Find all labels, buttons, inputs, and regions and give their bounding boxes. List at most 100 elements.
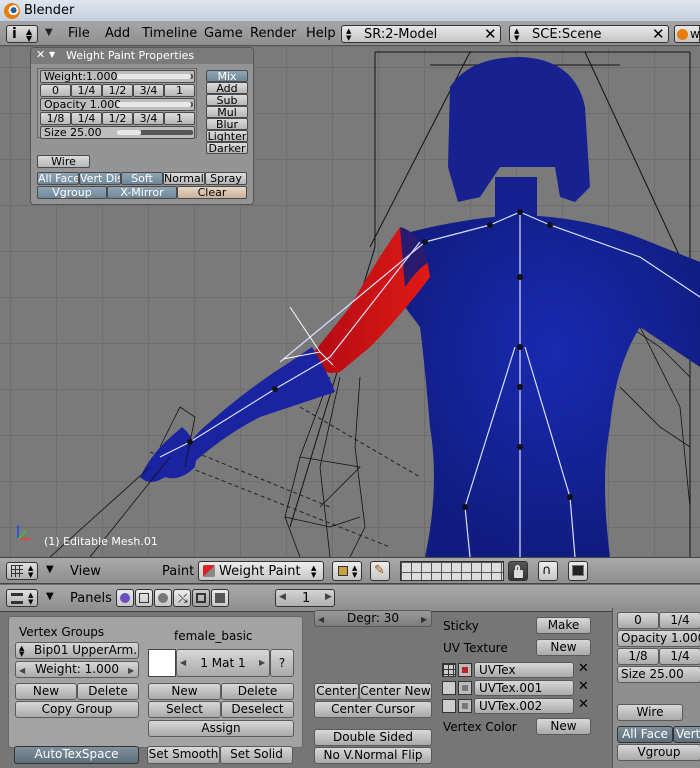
shading-tab-icon[interactable] bbox=[154, 589, 172, 607]
material-new-button[interactable]: New bbox=[148, 683, 221, 700]
opacity-preset-three-quarter[interactable]: 3/4 bbox=[133, 112, 164, 125]
mode-mul[interactable]: Mul bbox=[206, 106, 248, 118]
collapse-menu-icon[interactable]: ▼ bbox=[46, 564, 54, 575]
no-vnormal-flip-toggle[interactable]: No V.Normal Flip bbox=[314, 747, 432, 764]
mode-add[interactable]: Add bbox=[206, 82, 248, 94]
view-menu[interactable]: View bbox=[70, 564, 101, 579]
menu-game[interactable]: Game bbox=[204, 26, 243, 41]
weight-preset-quarter[interactable]: 1/4 bbox=[659, 612, 700, 629]
decrement-arrow-icon[interactable]: ◀ bbox=[19, 663, 25, 677]
increment-arrow-icon[interactable]: ▶ bbox=[421, 612, 427, 626]
autosmooth-degree-field[interactable]: ◀ Degr: 30 ▶ bbox=[314, 610, 432, 627]
size-slider[interactable]: Size 25.00 bbox=[40, 126, 195, 139]
opacity-field[interactable]: Opacity 1.000 bbox=[617, 630, 700, 647]
all-face-toggle[interactable]: All Face bbox=[617, 726, 673, 743]
weight-slider[interactable]: Weight:1.000 bbox=[40, 70, 195, 83]
center-button[interactable]: Center bbox=[314, 683, 359, 700]
vert-dist-toggle[interactable]: Vert Dis bbox=[79, 172, 121, 185]
lock-layer-button[interactable] bbox=[508, 561, 528, 581]
uv-texture-row[interactable]: UVTex.001 ✕ bbox=[440, 679, 593, 697]
opacity-preset-eighth[interactable]: 1/8 bbox=[617, 648, 659, 665]
close-icon[interactable]: ✕ bbox=[652, 25, 665, 43]
normals-toggle[interactable]: Normals bbox=[163, 172, 205, 185]
increment-arrow-icon[interactable]: ▶ bbox=[325, 592, 332, 602]
decrement-arrow-icon[interactable]: ◀ bbox=[180, 650, 186, 676]
object-tab-icon[interactable]: ⤯ bbox=[173, 589, 191, 607]
collapse-menu-icon[interactable]: ▼ bbox=[46, 591, 54, 602]
weight-preset-quarter[interactable]: 1/4 bbox=[71, 84, 102, 97]
opacity-preset-1[interactable]: 1 bbox=[164, 112, 195, 125]
vgroup-toggle[interactable]: Vgroup bbox=[617, 744, 700, 761]
delete-uv-icon[interactable]: ✕ bbox=[578, 661, 589, 676]
uv-texture-name[interactable]: UVTex bbox=[474, 662, 574, 678]
snap-button[interactable]: ∩ bbox=[538, 561, 558, 581]
wire-toggle[interactable]: Wire bbox=[617, 704, 683, 721]
shading-selector[interactable]: ▲ ▼ bbox=[332, 561, 362, 581]
menu-timeline[interactable]: Timeline bbox=[142, 26, 197, 41]
render-texture-icon[interactable] bbox=[458, 663, 472, 677]
mode-darker[interactable]: Darker bbox=[206, 142, 248, 154]
all-face-toggle[interactable]: All Face bbox=[37, 172, 79, 185]
weight-preset-half[interactable]: 1/2 bbox=[102, 84, 133, 97]
vgroup-toggle[interactable]: Vgroup bbox=[37, 186, 107, 199]
uv-texture-name[interactable]: UVTex.002 bbox=[474, 698, 574, 714]
render-texture-icon[interactable] bbox=[458, 681, 472, 695]
uv-texture-row[interactable]: UVTex ✕ bbox=[440, 661, 593, 679]
editor-type-button[interactable]: ▲ ▼ bbox=[6, 589, 38, 607]
mode-selector[interactable]: Weight Paint ▲ ▼ bbox=[198, 561, 324, 581]
material-delete-button[interactable]: Delete bbox=[221, 683, 294, 700]
mode-blur[interactable]: Blur bbox=[206, 118, 248, 130]
delete-uv-icon[interactable]: ✕ bbox=[578, 697, 589, 712]
mode-lighter[interactable]: Lighter bbox=[206, 130, 248, 142]
x-mirror-toggle[interactable]: X-Mirror bbox=[107, 186, 177, 199]
vertex-color-new-button[interactable]: New bbox=[536, 718, 591, 735]
material-deselect-button[interactable]: Deselect bbox=[221, 701, 294, 718]
weight-preset-0[interactable]: 0 bbox=[617, 612, 659, 629]
editing-tab-icon[interactable] bbox=[192, 589, 210, 607]
frame-number-field[interactable]: ◀ 1 ▶ bbox=[275, 589, 335, 607]
menu-help[interactable]: Help bbox=[306, 26, 336, 41]
increment-arrow-icon[interactable]: ▶ bbox=[128, 663, 134, 677]
vert-dist-toggle[interactable]: Vert bbox=[673, 726, 700, 743]
close-icon[interactable]: ✕ bbox=[36, 48, 45, 61]
clear-button[interactable]: Clear bbox=[177, 186, 247, 199]
set-smooth-button[interactable]: Set Smooth bbox=[147, 746, 220, 764]
weight-preset-1[interactable]: 1 bbox=[164, 84, 195, 97]
editor-type-button[interactable]: ▲ ▼ bbox=[6, 562, 38, 580]
opacity-slider[interactable]: Opacity 1.000 bbox=[40, 98, 195, 111]
menu-add[interactable]: Add bbox=[105, 26, 130, 41]
render-engine-button[interactable]: w bbox=[674, 25, 700, 43]
vertex-group-new-button[interactable]: New bbox=[15, 683, 77, 700]
uv-texture-row[interactable]: UVTex.002 ✕ bbox=[440, 697, 593, 715]
vertex-group-selector[interactable]: ▲ ▼ Bip01 UpperArm.R bbox=[15, 642, 139, 659]
scene-selector[interactable]: ▲ ▼ SCE:Scene ✕ bbox=[509, 25, 669, 43]
double-sided-toggle[interactable]: Double Sided bbox=[314, 729, 432, 746]
vertex-group-delete-button[interactable]: Delete bbox=[77, 683, 139, 700]
uv-texture-new-button[interactable]: New bbox=[536, 639, 591, 656]
weight-preset-0[interactable]: 0 bbox=[40, 84, 71, 97]
center-cursor-button[interactable]: Center Cursor bbox=[314, 701, 432, 718]
collapse-menu-icon[interactable]: ▼ bbox=[45, 27, 53, 38]
close-icon[interactable]: ✕ bbox=[484, 25, 497, 43]
mode-sub[interactable]: Sub bbox=[206, 94, 248, 106]
menu-file[interactable]: File bbox=[68, 26, 90, 41]
material-assign-button[interactable]: Assign bbox=[148, 720, 294, 737]
mode-mix[interactable]: Mix bbox=[206, 70, 248, 82]
screen-selector[interactable]: ▲ ▼ SR:2-Model ✕ bbox=[341, 25, 501, 43]
increment-arrow-icon[interactable]: ▶ bbox=[259, 650, 265, 676]
material-select-button[interactable]: Select bbox=[148, 701, 221, 718]
paint-menu[interactable]: Paint bbox=[162, 564, 194, 579]
opacity-preset-quarter[interactable]: 1/4 bbox=[659, 648, 700, 665]
sticky-make-button[interactable]: Make bbox=[536, 617, 591, 634]
layer-buttons[interactable] bbox=[400, 561, 504, 581]
render-preview-button[interactable] bbox=[568, 561, 588, 581]
collapse-icon[interactable]: ▼ bbox=[49, 50, 55, 59]
menu-render[interactable]: Render bbox=[250, 26, 296, 41]
logic-tab-icon[interactable] bbox=[116, 589, 134, 607]
uv-texture-name[interactable]: UVTex.001 bbox=[474, 680, 574, 696]
weight-preset-three-quarter[interactable]: 3/4 bbox=[133, 84, 164, 97]
opacity-preset-half[interactable]: 1/2 bbox=[102, 112, 133, 125]
opacity-preset-eighth[interactable]: 1/8 bbox=[40, 112, 71, 125]
opacity-preset-quarter[interactable]: 1/4 bbox=[71, 112, 102, 125]
set-solid-button[interactable]: Set Solid bbox=[220, 746, 293, 764]
